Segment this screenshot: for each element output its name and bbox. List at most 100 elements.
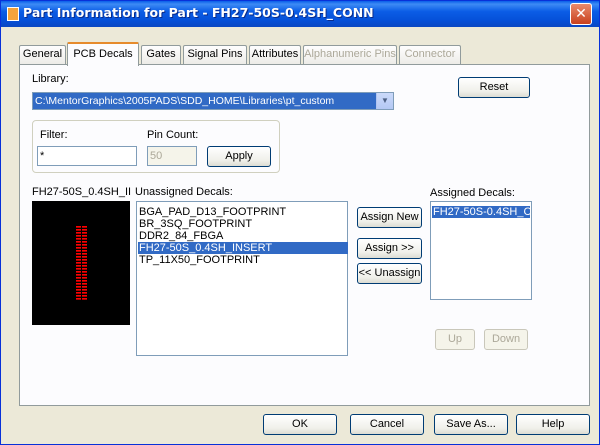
- decal-pad: [76, 295, 81, 297]
- tab-general[interactable]: General: [19, 45, 66, 65]
- decal-pad: [76, 280, 81, 282]
- unassigned-decals-label: Unassigned Decals:: [135, 186, 233, 198]
- tab-gates[interactable]: Gates: [141, 45, 181, 65]
- decal-pad: [82, 241, 87, 243]
- decal-pad: [82, 232, 87, 234]
- assigned-decals-list[interactable]: FH27-50S-0.4SH_C0: [430, 201, 532, 300]
- decal-pad: [82, 277, 87, 279]
- decal-pad: [76, 250, 81, 252]
- filter-group: Filter: * Pin Count: 50 Apply: [32, 120, 280, 173]
- pin-count-input: 50: [147, 146, 197, 166]
- list-item[interactable]: DDR2_84_FBGA: [138, 230, 348, 242]
- decal-pad: [76, 271, 81, 273]
- decal-pad: [76, 259, 81, 261]
- decal-pad: [76, 232, 81, 234]
- tab-attributes[interactable]: Attributes: [249, 45, 301, 65]
- decal-pad: [76, 226, 81, 228]
- decal-footprint-graphic: [76, 226, 87, 300]
- list-item[interactable]: FH27-50S-0.4SH_C0: [432, 206, 530, 218]
- app-icon: [7, 7, 19, 21]
- decal-pad: [82, 274, 87, 276]
- assign-new-button[interactable]: Assign New: [357, 207, 422, 228]
- decal-pad: [82, 244, 87, 246]
- tab-label: Alphanumeric Pins: [304, 48, 396, 60]
- decal-pad: [82, 298, 87, 300]
- window-title: Part Information for Part - FH27-50S-0.4…: [23, 5, 374, 20]
- decal-pad: [82, 268, 87, 270]
- tab-label: PCB Decals: [73, 48, 133, 60]
- decal-pad: [82, 247, 87, 249]
- decal-pad: [82, 229, 87, 231]
- part-information-dialog: Part Information for Part - FH27-50S-0.4…: [0, 0, 600, 445]
- decal-preview: [32, 201, 130, 325]
- decal-pad: [82, 289, 87, 291]
- decal-pad: [76, 241, 81, 243]
- decal-pad: [76, 286, 81, 288]
- close-icon: ✕: [575, 6, 587, 22]
- pin-count-label: Pin Count:: [147, 129, 199, 141]
- decal-pad: [82, 286, 87, 288]
- decal-pad: [82, 262, 87, 264]
- decal-pad: [76, 229, 81, 231]
- list-item[interactable]: TP_11X50_FOOTPRINT: [138, 254, 348, 266]
- chevron-down-icon[interactable]: ▼: [376, 93, 393, 109]
- tab-strip: General PCB Decals Gates Signal Pins Att…: [19, 42, 479, 66]
- list-item[interactable]: BR_3SQ_FOOTPRINT: [138, 218, 348, 230]
- decal-pad: [82, 250, 87, 252]
- assigned-decals-label: Assigned Decals:: [430, 187, 515, 199]
- decal-pad: [76, 256, 81, 258]
- decal-pad: [82, 256, 87, 258]
- decal-pad: [82, 295, 87, 297]
- decal-pad: [82, 265, 87, 267]
- library-value: C:\MentorGraphics\2005PADS\SDD_HOME\Libr…: [35, 95, 335, 107]
- pcb-decals-panel: Library: C:\MentorGraphics\2005PADS\SDD_…: [19, 64, 590, 406]
- down-button: Down: [484, 329, 528, 350]
- decal-pad: [76, 283, 81, 285]
- decal-pad: [76, 298, 81, 300]
- tab-label: Gates: [146, 48, 176, 60]
- preview-label: FH27-50S_0.4SH_II: [32, 186, 132, 198]
- save-as-button[interactable]: Save As...: [434, 414, 508, 435]
- close-button[interactable]: ✕: [570, 3, 592, 25]
- tab-alphanumeric-pins: Alphanumeric Pins: [303, 45, 397, 65]
- decal-pad: [82, 259, 87, 261]
- decal-pad: [76, 268, 81, 270]
- apply-button[interactable]: Apply: [207, 146, 271, 167]
- decal-pad: [76, 265, 81, 267]
- decal-pad: [76, 292, 81, 294]
- up-button: Up: [435, 329, 475, 350]
- list-item[interactable]: BGA_PAD_D13_FOOTPRINT: [138, 206, 348, 218]
- tab-label: Connector: [404, 48, 456, 60]
- library-dropdown[interactable]: C:\MentorGraphics\2005PADS\SDD_HOME\Libr…: [32, 92, 394, 110]
- help-button[interactable]: Help: [516, 414, 590, 435]
- ok-button[interactable]: OK: [263, 414, 337, 435]
- decal-pad: [76, 247, 81, 249]
- decal-pad: [82, 253, 87, 255]
- decal-pad: [82, 280, 87, 282]
- decal-pad: [76, 277, 81, 279]
- decal-pad: [82, 238, 87, 240]
- decal-pad: [76, 289, 81, 291]
- tab-label: General: [22, 48, 63, 60]
- unassign-button[interactable]: << Unassign: [357, 263, 422, 284]
- decal-pad: [76, 235, 81, 237]
- decal-pad: [76, 262, 81, 264]
- cancel-button[interactable]: Cancel: [350, 414, 424, 435]
- tab-signal-pins[interactable]: Signal Pins: [183, 45, 247, 65]
- assign-button[interactable]: Assign >>: [357, 238, 422, 259]
- decal-pads: [76, 226, 87, 300]
- tab-pcb-decals[interactable]: PCB Decals: [67, 42, 139, 66]
- tab-label: Signal Pins: [187, 48, 243, 60]
- filter-label: Filter:: [40, 129, 68, 141]
- decal-pad: [76, 274, 81, 276]
- decal-pad: [82, 283, 87, 285]
- title-bar: Part Information for Part - FH27-50S-0.4…: [1, 1, 599, 27]
- filter-input[interactable]: *: [37, 146, 137, 166]
- unassigned-decals-list[interactable]: BGA_PAD_D13_FOOTPRINT BR_3SQ_FOOTPRINT D…: [136, 201, 348, 356]
- reset-button[interactable]: Reset: [458, 77, 530, 98]
- list-item[interactable]: FH27-50S_0.4SH_INSERT: [138, 242, 348, 254]
- tab-label: Attributes: [251, 48, 299, 60]
- decal-pad: [76, 238, 81, 240]
- decal-pad: [76, 244, 81, 246]
- decal-pad: [82, 235, 87, 237]
